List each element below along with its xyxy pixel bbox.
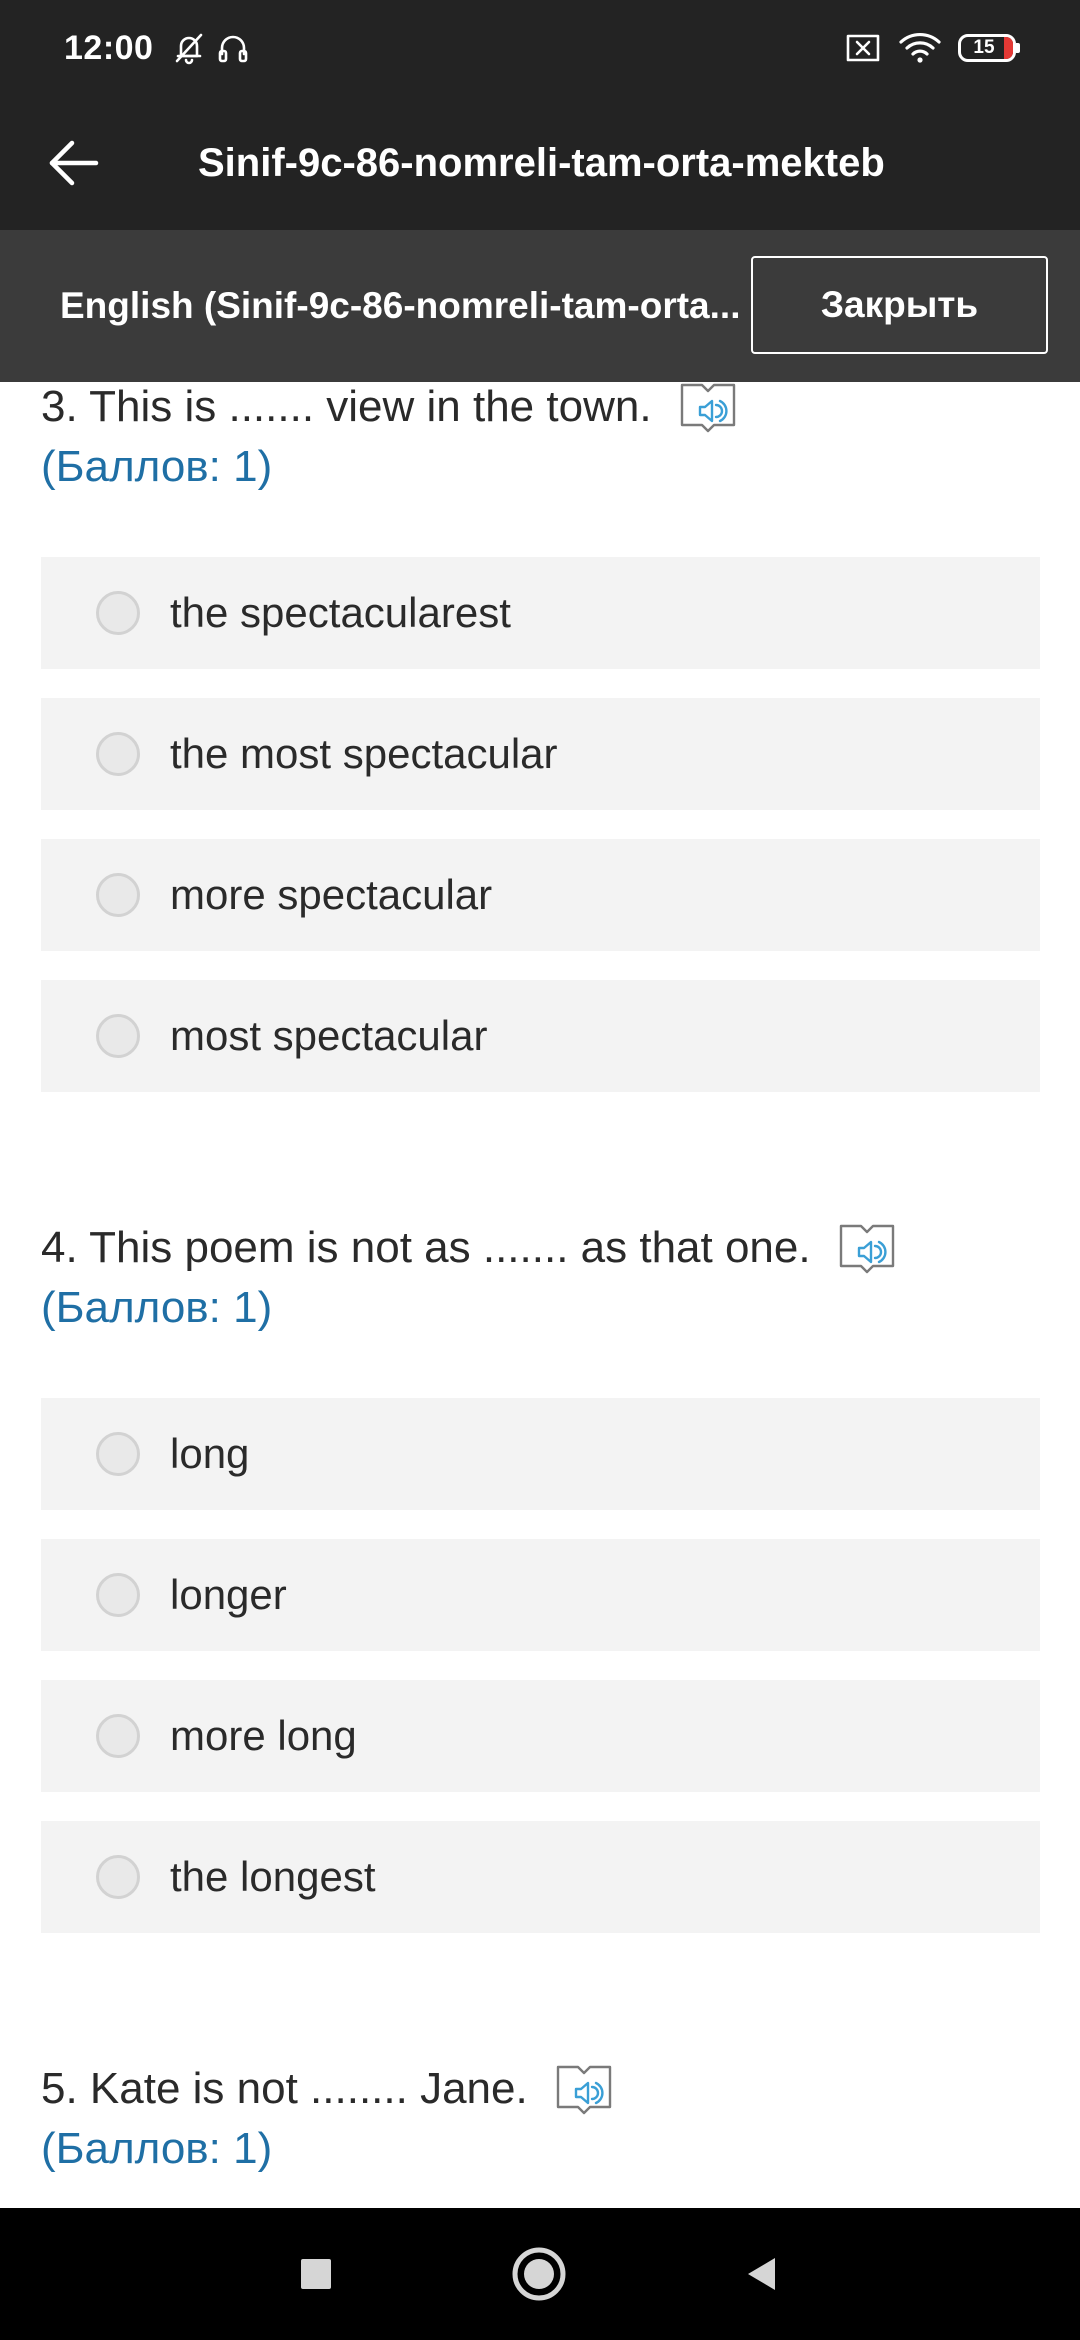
navigation-bar — [0, 2208, 1080, 2340]
radio-button[interactable] — [96, 591, 140, 635]
answer-option[interactable]: most spectacular — [41, 980, 1040, 1092]
answer-option[interactable]: more spectacular — [41, 839, 1040, 951]
option-label: the spectacularest — [170, 589, 511, 636]
back-button[interactable] — [44, 133, 104, 193]
status-time: 12:00 — [64, 28, 154, 67]
read-aloud-icon[interactable] — [554, 2063, 614, 2115]
answer-options-4: long longer more long the longest — [41, 1398, 1040, 1962]
status-bar: 12:00 15 — [0, 0, 1080, 96]
status-notification-icons — [171, 30, 251, 66]
question-4: 4. This poem is not as ....... as that o… — [41, 1218, 1041, 1338]
circle-icon — [512, 2247, 566, 2301]
question-5: 5. Kate is not ........ Jane. (Баллов: 1… — [41, 2059, 1041, 2179]
wifi-icon — [898, 31, 942, 65]
radio-button[interactable] — [96, 1714, 140, 1758]
question-points: (Баллов: 1) — [41, 1283, 273, 1332]
answer-options-3: the spectacularest the most spectacular … — [41, 557, 1040, 1121]
answer-option[interactable]: the spectacularest — [41, 557, 1040, 669]
answer-option[interactable]: the most spectacular — [41, 698, 1040, 810]
status-system-icons: 15 — [844, 31, 1020, 65]
page-title: Sinif-9c-86-nomreli-tam-orta-mekteb — [198, 140, 885, 185]
arrow-left-icon — [49, 140, 99, 186]
answer-option[interactable]: long — [41, 1398, 1040, 1510]
option-label: more spectacular — [170, 871, 493, 918]
back-nav-button[interactable] — [732, 2244, 792, 2304]
square-icon — [301, 2259, 331, 2289]
radio-button[interactable] — [96, 1432, 140, 1476]
course-name: English (Sinif-9c-86-nomreli-tam-orta... — [60, 285, 741, 326]
recents-button[interactable] — [286, 2244, 346, 2304]
battery-level-fill — [1004, 37, 1013, 59]
question-points: (Баллов: 1) — [41, 2124, 273, 2173]
sim-off-icon — [844, 31, 882, 65]
home-button[interactable] — [509, 2244, 569, 2304]
quiz-header: English (Sinif-9c-86-nomreli-tam-orta...… — [0, 230, 1080, 382]
answer-option[interactable]: the longest — [41, 1821, 1040, 1933]
option-label: the longest — [170, 1853, 376, 1900]
battery-icon: 15 — [958, 34, 1020, 62]
radio-button[interactable] — [96, 1573, 140, 1617]
question-3: 3. This is ....... view in the town. (Ба… — [41, 382, 1041, 497]
option-label: long — [170, 1430, 250, 1477]
question-points: (Баллов: 1) — [41, 442, 273, 491]
option-label: the most spectacular — [170, 730, 558, 777]
question-text: 3. This is ....... view in the town. — [41, 382, 652, 431]
radio-button[interactable] — [96, 873, 140, 917]
triangle-back-icon — [748, 2258, 775, 2290]
app-bar: Sinif-9c-86-nomreli-tam-orta-mekteb — [0, 96, 1080, 230]
answer-option[interactable]: longer — [41, 1539, 1040, 1651]
close-button[interactable]: Закрыть — [751, 256, 1048, 354]
read-aloud-icon[interactable] — [678, 382, 738, 433]
radio-button[interactable] — [96, 732, 140, 776]
option-label: most spectacular — [170, 1012, 488, 1059]
bell-off-icon — [171, 30, 207, 66]
option-label: more long — [170, 1712, 357, 1759]
question-text: 5. Kate is not ........ Jane. — [41, 2064, 528, 2113]
answer-option[interactable]: more long — [41, 1680, 1040, 1792]
headphones-icon — [215, 30, 251, 66]
question-text: 4. This poem is not as ....... as that o… — [41, 1223, 811, 1272]
radio-button[interactable] — [96, 1855, 140, 1899]
read-aloud-icon[interactable] — [837, 1222, 897, 1274]
quiz-content[interactable]: 3. This is ....... view in the town. (Ба… — [0, 382, 1080, 2208]
option-label: longer — [170, 1571, 287, 1618]
battery-level: 15 — [973, 37, 995, 58]
radio-button[interactable] — [96, 1014, 140, 1058]
